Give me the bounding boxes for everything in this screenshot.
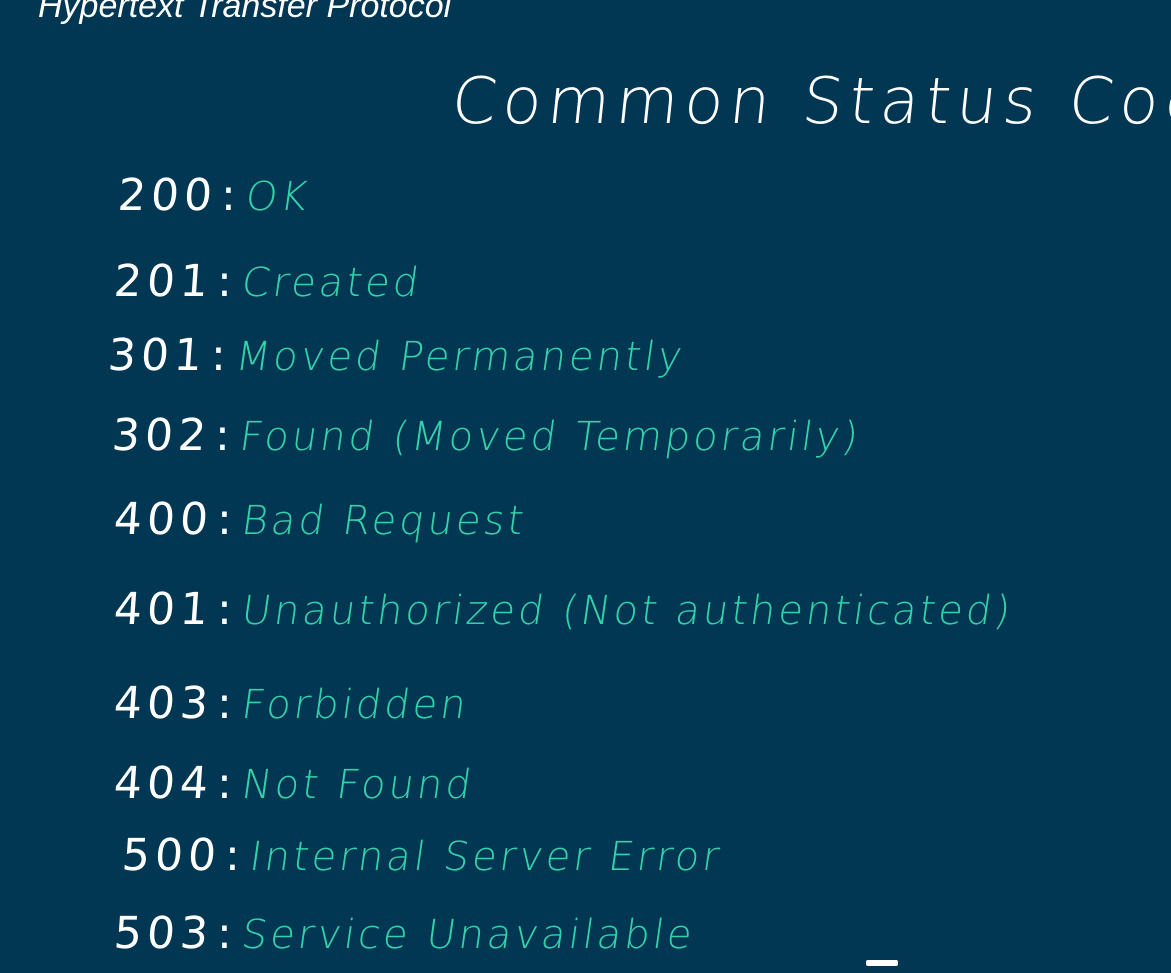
- separator: :: [216, 758, 232, 809]
- status-code: 201: [112, 256, 215, 307]
- status-description: Created: [238, 260, 425, 306]
- separator: :: [216, 256, 232, 307]
- status-code-row-302: 302: Found (Moved Temporarily): [110, 406, 864, 466]
- separator: :: [216, 584, 232, 635]
- status-code: 404: [112, 758, 215, 809]
- separator: :: [216, 494, 232, 545]
- pointer-cursor: [866, 960, 898, 966]
- status-description: Found (Moved Temporarily): [236, 414, 864, 460]
- status-code-row-404: 404: Not Found: [112, 754, 477, 814]
- status-description: Forbidden: [238, 682, 472, 728]
- status-code-row-503: 503: Service Unavailable: [112, 904, 698, 964]
- status-code: 401: [112, 584, 215, 635]
- status-code-row-500: 500: Internal Server Error: [120, 826, 725, 886]
- status-code: 400: [112, 494, 215, 545]
- status-code-row-301: 301: Moved Permanently: [106, 326, 687, 386]
- status-description: Not Found: [238, 762, 477, 808]
- status-code: 503: [112, 908, 215, 959]
- status-description: Unauthorized (Not authenticated): [238, 588, 1017, 634]
- header-title: Hypertext Transfer Protocol: [38, 0, 452, 25]
- status-description: Moved Permanently: [232, 334, 688, 380]
- board-title: Common Status Codes: [448, 65, 1171, 139]
- separator: :: [224, 830, 240, 881]
- separator: :: [216, 908, 232, 959]
- status-code-row-401: 401: Unauthorized (Not authenticated): [112, 580, 1016, 640]
- status-description: Bad Request: [238, 498, 530, 544]
- status-code-row-200: 200: OK: [116, 166, 313, 226]
- separator: :: [214, 410, 230, 461]
- separator: :: [210, 330, 226, 381]
- status-code-row-400: 400: Bad Request: [112, 490, 529, 550]
- status-description: Internal Server Error: [246, 834, 726, 880]
- status-code: 200: [116, 170, 219, 221]
- separator: :: [216, 678, 232, 729]
- status-code-row-201: 201: Created: [112, 252, 424, 312]
- status-description: Service Unavailable: [238, 912, 698, 958]
- separator: :: [220, 170, 236, 221]
- status-description: OK: [242, 174, 313, 220]
- status-code: 403: [112, 678, 215, 729]
- status-code-row-403: 403: Forbidden: [112, 674, 472, 734]
- status-code: 301: [106, 330, 209, 381]
- status-code: 302: [110, 410, 213, 461]
- status-code: 500: [120, 830, 223, 881]
